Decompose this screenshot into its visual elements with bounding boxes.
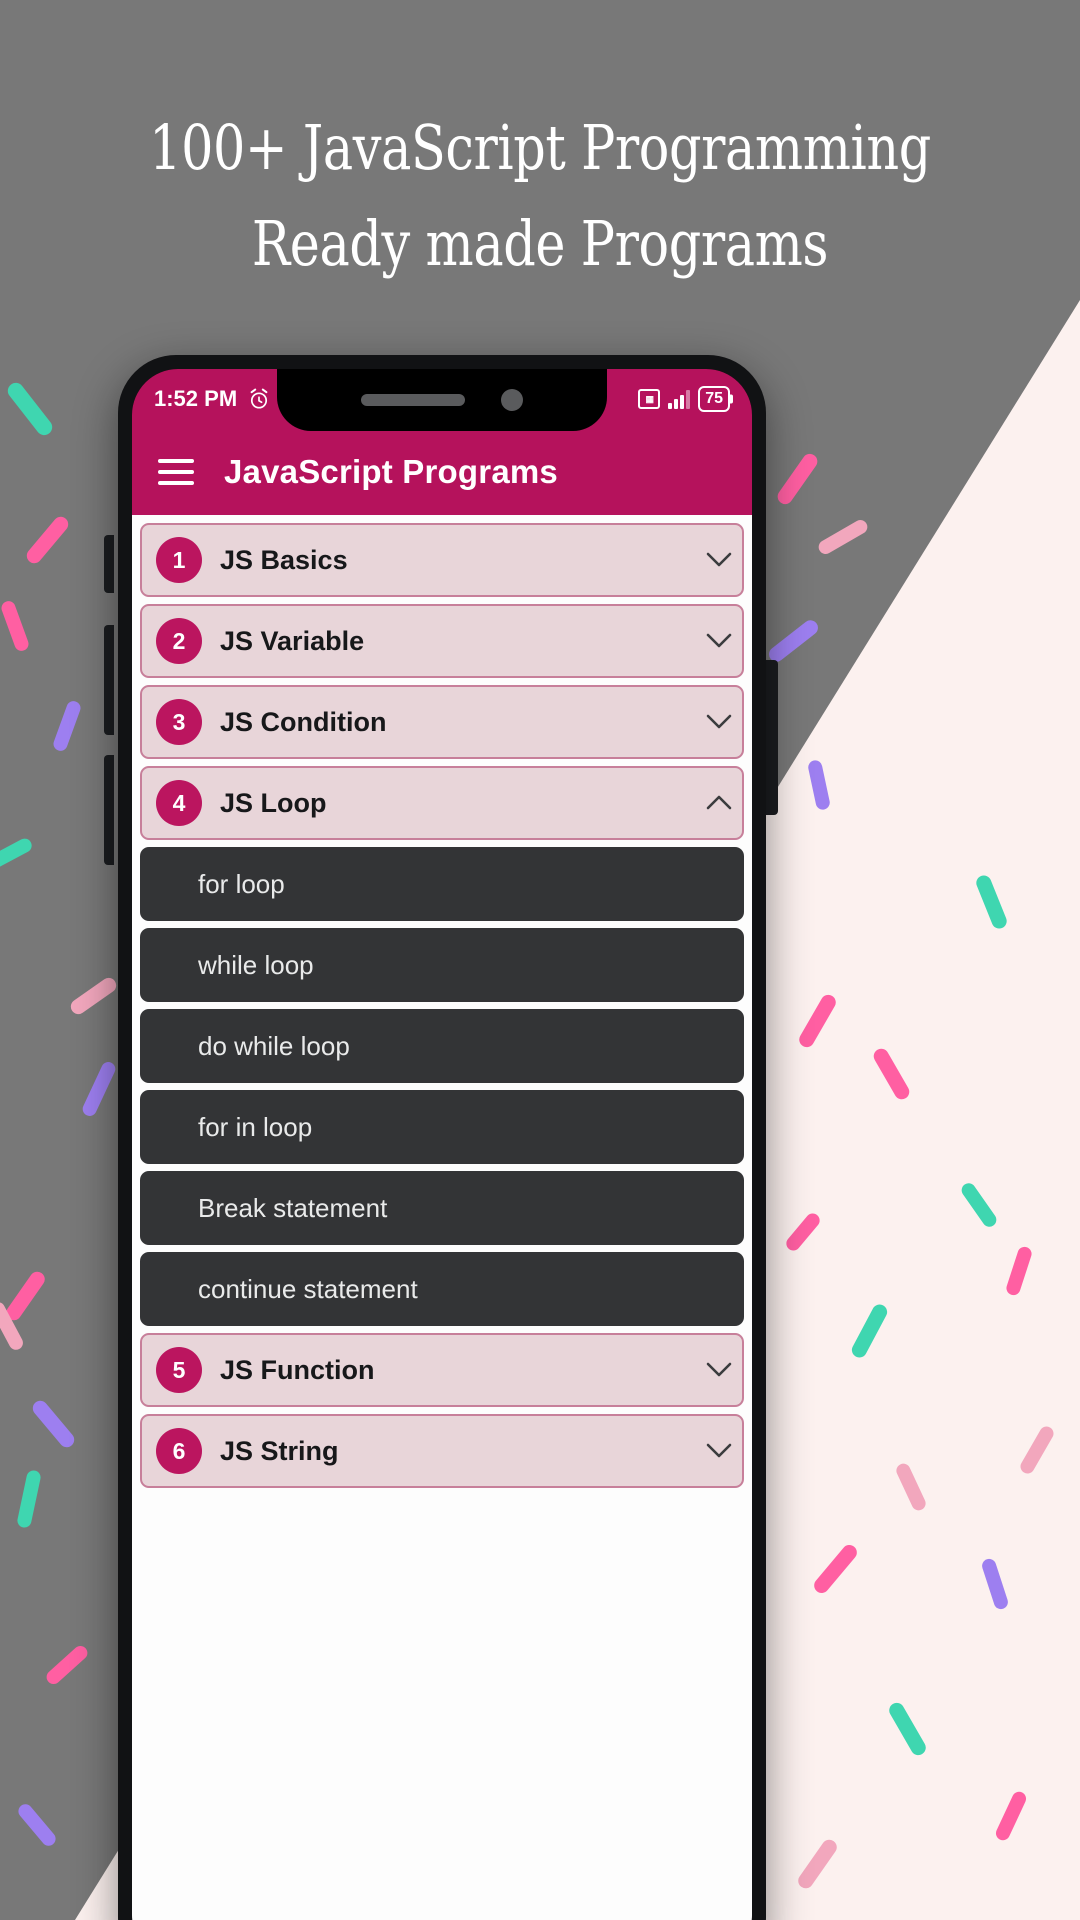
confetti-piece	[67, 974, 120, 1018]
confetti-piece	[43, 1643, 91, 1687]
accordion-header[interactable]: 6 JS String	[140, 1414, 744, 1488]
confetti-piece	[51, 699, 83, 753]
sub-list-item-label: while loop	[198, 949, 314, 980]
phone-volume-up-button	[104, 625, 114, 735]
accordion-label: JS Basics	[220, 544, 348, 575]
sub-list-item-label: for in loop	[198, 1111, 313, 1142]
promo-banner: 100+ JavaScript Programming Ready made P…	[0, 0, 1080, 1920]
page-title: JavaScript Programs	[224, 453, 558, 490]
battery-indicator: 75	[698, 386, 730, 412]
chevron-down-icon[interactable]	[696, 633, 742, 649]
confetti-piece	[80, 1059, 118, 1119]
accordion-header[interactable]: 1 JS Basics	[140, 523, 744, 597]
accordion-header[interactable]: 4 JS Loop	[140, 766, 744, 840]
sub-list-item[interactable]: while loop	[140, 928, 744, 1002]
status-bar-left: 1:52 PM	[154, 386, 271, 412]
accordion-index-badge: 6	[156, 1428, 202, 1474]
topic-list[interactable]: 1 JS Basics 2 JS Variable 3 JS Condition 4 JS L…	[132, 515, 752, 1920]
earpiece-speaker-icon	[361, 394, 465, 406]
list-row: do while loop	[132, 1009, 752, 1083]
list-row: 5 JS Function	[132, 1333, 752, 1407]
sim-card-icon: ▦	[638, 389, 661, 409]
chevron-down-icon[interactable]	[696, 714, 742, 730]
sub-list-item-label: continue statement	[198, 1273, 418, 1304]
accordion-index-badge: 1	[156, 537, 202, 583]
sub-list-item[interactable]: for loop	[140, 847, 744, 921]
confetti-piece	[16, 1469, 42, 1529]
accordion-index-badge: 4	[156, 780, 202, 826]
sub-list-item-label: do while loop	[198, 1030, 350, 1061]
list-row: continue statement	[132, 1252, 752, 1326]
sub-list-item[interactable]: Break statement	[140, 1171, 744, 1245]
promo-headline-line1: 100+ JavaScript Programming	[149, 111, 931, 184]
confetti-piece	[29, 1397, 78, 1451]
list-row: for in loop	[132, 1090, 752, 1164]
accordion-header[interactable]: 2 JS Variable	[140, 604, 744, 678]
list-row: 3 JS Condition	[132, 685, 752, 759]
chevron-down-icon[interactable]	[696, 552, 742, 568]
accordion-label: JS Condition	[220, 706, 387, 737]
confetti-piece	[3, 1268, 48, 1324]
status-bar-right: ▦ 75	[638, 386, 730, 412]
phone-screen: 1:52 PM ▦ 75 JavaScript Programs 1 JS Ba…	[132, 369, 752, 1920]
confetti-piece	[0, 836, 35, 874]
sub-list-item[interactable]: continue statement	[140, 1252, 744, 1326]
sub-list-item[interactable]: for in loop	[140, 1090, 744, 1164]
accordion-header[interactable]: 5 JS Function	[140, 1333, 744, 1407]
signal-bars-icon	[668, 389, 691, 409]
confetti-piece	[0, 599, 31, 653]
chevron-down-icon[interactable]	[696, 1443, 742, 1459]
confetti-piece	[766, 617, 821, 665]
confetti-piece	[23, 513, 72, 567]
sub-list-item-label: for loop	[198, 868, 285, 899]
accordion-label: JS Loop	[220, 787, 327, 818]
app-bar: JavaScript Programs	[132, 429, 752, 515]
accordion-index-badge: 3	[156, 699, 202, 745]
accordion-header[interactable]: 3 JS Condition	[140, 685, 744, 759]
accordion-label: JS String	[220, 1435, 339, 1466]
list-row: 1 JS Basics	[132, 523, 752, 597]
chevron-up-icon[interactable]	[696, 795, 742, 811]
phone-notch	[277, 369, 607, 431]
list-row: Break statement	[132, 1171, 752, 1245]
front-camera-icon	[501, 389, 523, 411]
promo-headline: 100+ JavaScript Programming Ready made P…	[97, 100, 983, 292]
list-row: 4 JS Loop	[132, 766, 752, 840]
phone-volume-down-button	[104, 755, 114, 865]
list-row: while loop	[132, 928, 752, 1002]
confetti-piece	[774, 450, 821, 508]
list-row: 2 JS Variable	[132, 604, 752, 678]
sub-list-item-label: Break statement	[198, 1192, 388, 1223]
confetti-piece	[816, 517, 870, 557]
accordion-index-badge: 5	[156, 1347, 202, 1393]
alarm-clock-icon	[250, 388, 268, 409]
confetti-piece	[4, 379, 56, 439]
chevron-down-icon[interactable]	[696, 1362, 742, 1378]
confetti-piece	[15, 1801, 59, 1849]
status-time: 1:52 PM	[154, 386, 238, 411]
promo-headline-line2: Ready made Programs	[251, 207, 829, 281]
phone-mute-switch	[104, 535, 114, 593]
accordion-label: JS Variable	[220, 625, 365, 656]
sub-list-item[interactable]: do while loop	[140, 1009, 744, 1083]
hamburger-menu-icon[interactable]	[158, 459, 194, 485]
list-row: 6 JS String	[132, 1414, 752, 1488]
phone-power-button	[766, 660, 778, 815]
list-row: for loop	[132, 847, 752, 921]
accordion-index-badge: 2	[156, 618, 202, 664]
accordion-label: JS Function	[220, 1354, 375, 1385]
phone-mockup: 1:52 PM ▦ 75 JavaScript Programs 1 JS Ba…	[118, 355, 766, 1920]
